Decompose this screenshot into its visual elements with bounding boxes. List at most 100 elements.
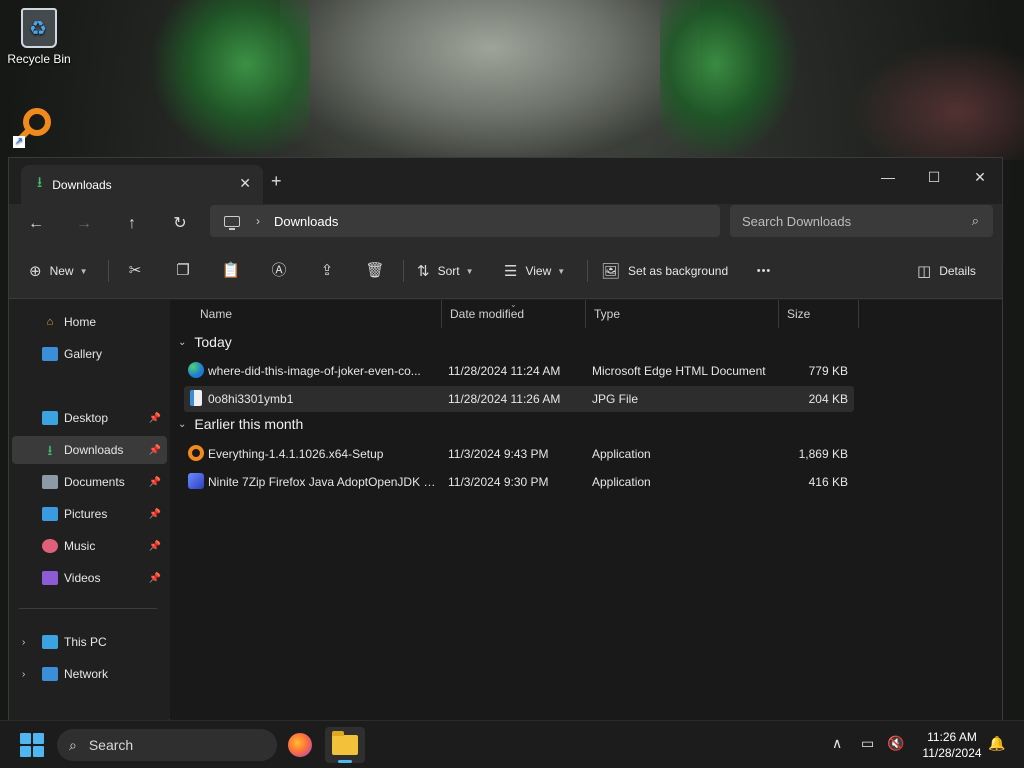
file-name: Ninite 7Zip Firefox Java AdoptOpenJDK x.… bbox=[208, 475, 438, 489]
network-icon bbox=[42, 667, 58, 681]
show-hidden-icons-icon[interactable]: ∧ bbox=[832, 735, 842, 752]
forward-button[interactable]: → bbox=[70, 211, 98, 237]
download-icon: ⭳ bbox=[37, 174, 43, 191]
column-header-date[interactable]: Date modified bbox=[442, 300, 586, 328]
pictures-icon bbox=[42, 507, 58, 521]
desktop-icon bbox=[42, 411, 58, 425]
sort-button[interactable]: ⇅ Sort ▼ bbox=[417, 258, 474, 284]
desktop-icon-recycle-bin[interactable]: Recycle Bin bbox=[7, 8, 71, 66]
new-button[interactable]: ⊕ New ▼ bbox=[29, 258, 88, 284]
command-bar: ⊕ New ▼ ✂ ❐ 📋 Ⓐ ⇪ 🗑 ⇅ Sort ▼ ☰ View ▼ 🖼 … bbox=[9, 244, 1002, 299]
share-icon[interactable]: ⇪ bbox=[314, 258, 340, 284]
tab-title: Downloads bbox=[52, 177, 112, 192]
file-row[interactable]: Everything-1.4.1.1026.x64-Setup 11/3/202… bbox=[184, 441, 854, 467]
column-header-size[interactable]: Size bbox=[779, 300, 859, 328]
file-type: Application bbox=[592, 447, 651, 461]
pin-icon[interactable]: 📌 bbox=[149, 477, 161, 488]
details-button[interactable]: ◫ Details bbox=[917, 258, 976, 284]
taskbar-search[interactable]: ⌕ Search bbox=[57, 729, 277, 761]
sidebar-item-music[interactable]: Music 📌 bbox=[12, 532, 167, 560]
paste-icon[interactable]: 📋 bbox=[218, 258, 244, 284]
back-button[interactable]: ← bbox=[22, 211, 50, 237]
network-status-icon[interactable]: ▭ bbox=[861, 735, 874, 752]
notifications-icon[interactable]: 🔔 bbox=[988, 735, 1005, 752]
set-as-background-button[interactable]: 🖼 Set as background bbox=[601, 258, 728, 284]
chevron-right-icon[interactable]: › bbox=[22, 637, 25, 648]
file-row[interactable]: 0o8hi3301ymb1 11/28/2024 11:26 AM JPG Fi… bbox=[184, 386, 854, 412]
sidebar-item-pictures[interactable]: Pictures 📌 bbox=[12, 500, 167, 528]
desktop-icon-everything[interactable]: ↗ bbox=[10, 108, 60, 148]
file-type: Application bbox=[592, 475, 651, 489]
file-size: 204 KB bbox=[808, 392, 848, 406]
sidebar-item-gallery[interactable]: Gallery bbox=[12, 340, 167, 368]
pin-icon[interactable]: 📌 bbox=[149, 445, 161, 456]
new-tab-button[interactable]: + bbox=[271, 171, 282, 192]
everything-icon bbox=[188, 445, 204, 461]
search-icon: ⌕ bbox=[69, 736, 77, 753]
start-button[interactable] bbox=[20, 733, 44, 757]
details-label: Details bbox=[939, 264, 976, 278]
maximize-button[interactable]: ☐ bbox=[911, 162, 957, 192]
file-explorer-icon bbox=[332, 731, 358, 755]
clock[interactable]: 11:26 AM 11/28/2024 bbox=[912, 729, 992, 761]
toolbar-divider bbox=[587, 260, 588, 282]
sidebar-item-label: Music bbox=[64, 539, 96, 553]
chevron-right-icon[interactable]: › bbox=[256, 214, 260, 228]
pin-icon[interactable]: 📌 bbox=[149, 509, 161, 520]
minimize-button[interactable]: — bbox=[865, 162, 911, 192]
sidebar-item-downloads[interactable]: ⭳ Downloads 📌 bbox=[12, 436, 167, 464]
desktop-icon-label: Recycle Bin bbox=[7, 52, 71, 66]
active-indicator bbox=[338, 760, 352, 763]
delete-icon[interactable]: 🗑 bbox=[362, 258, 388, 284]
view-button[interactable]: ☰ View ▼ bbox=[504, 258, 565, 284]
sidebar-divider bbox=[19, 608, 157, 609]
windows-logo-icon bbox=[20, 733, 31, 744]
tab-downloads[interactable]: ⭳ Downloads ✕ bbox=[21, 165, 263, 204]
column-header-type[interactable]: Type bbox=[586, 300, 779, 328]
file-date: 11/28/2024 11:24 AM bbox=[448, 364, 561, 378]
image-file-icon bbox=[190, 390, 202, 406]
refresh-button[interactable]: ↻ bbox=[166, 211, 194, 237]
file-date: 11/28/2024 11:26 AM bbox=[448, 392, 561, 406]
sidebar-item-home[interactable]: ⌂ Home bbox=[12, 308, 167, 336]
volume-muted-icon[interactable]: 🔇 bbox=[887, 735, 904, 752]
chevron-down-icon: ⌄ bbox=[178, 336, 187, 348]
sidebar-item-network[interactable]: › Network bbox=[12, 660, 167, 688]
clock-date: 11/28/2024 bbox=[922, 746, 982, 760]
rename-icon[interactable]: Ⓐ bbox=[266, 258, 292, 284]
sidebar-item-desktop[interactable]: Desktop 📌 bbox=[12, 404, 167, 432]
address-bar[interactable]: › Downloads bbox=[210, 205, 720, 237]
sidebar-item-documents[interactable]: Documents 📌 bbox=[12, 468, 167, 496]
wallpaper-accent bbox=[850, 40, 1024, 160]
taskbar-firefox[interactable] bbox=[280, 727, 320, 763]
sidebar-item-label: Gallery bbox=[64, 347, 103, 361]
more-options-button[interactable]: ••• bbox=[751, 258, 777, 284]
up-button[interactable]: ↑ bbox=[118, 211, 146, 237]
documents-icon bbox=[42, 475, 58, 489]
file-row[interactable]: where-did-this-image-of-joker-even-co...… bbox=[184, 358, 854, 384]
ninite-icon bbox=[188, 473, 204, 489]
column-header-name[interactable]: Name bbox=[192, 300, 442, 328]
sidebar-item-label: Network bbox=[64, 667, 109, 681]
breadcrumb-downloads[interactable]: Downloads bbox=[274, 214, 338, 229]
close-button[interactable]: ✕ bbox=[957, 162, 1003, 192]
pin-icon[interactable]: 📌 bbox=[149, 573, 161, 584]
taskbar-file-explorer[interactable] bbox=[325, 727, 365, 763]
sidebar-item-this-pc[interactable]: › This PC bbox=[12, 628, 167, 656]
chevron-right-icon[interactable]: › bbox=[22, 669, 25, 680]
navigation-bar: ← → ↑ ↻ › Downloads Search Downloads ⌕ bbox=[9, 204, 1002, 244]
search-input[interactable]: Search Downloads ⌕ bbox=[730, 205, 993, 237]
pin-icon[interactable]: 📌 bbox=[149, 541, 161, 552]
videos-icon bbox=[42, 571, 58, 585]
copy-icon[interactable]: ❐ bbox=[170, 258, 196, 284]
group-header-today[interactable]: ⌄ Today bbox=[178, 334, 232, 350]
sidebar-item-videos[interactable]: Videos 📌 bbox=[12, 564, 167, 592]
pin-icon[interactable]: 📌 bbox=[149, 413, 161, 424]
file-row[interactable]: Ninite 7Zip Firefox Java AdoptOpenJDK x.… bbox=[184, 469, 854, 495]
close-tab-icon[interactable]: ✕ bbox=[239, 175, 251, 192]
everything-icon: ↗ bbox=[13, 108, 55, 148]
group-header-earlier-this-month[interactable]: ⌄ Earlier this month bbox=[178, 416, 303, 432]
view-label: View bbox=[525, 264, 552, 278]
cut-icon[interactable]: ✂ bbox=[122, 258, 148, 284]
search-placeholder: Search Downloads bbox=[742, 213, 852, 229]
